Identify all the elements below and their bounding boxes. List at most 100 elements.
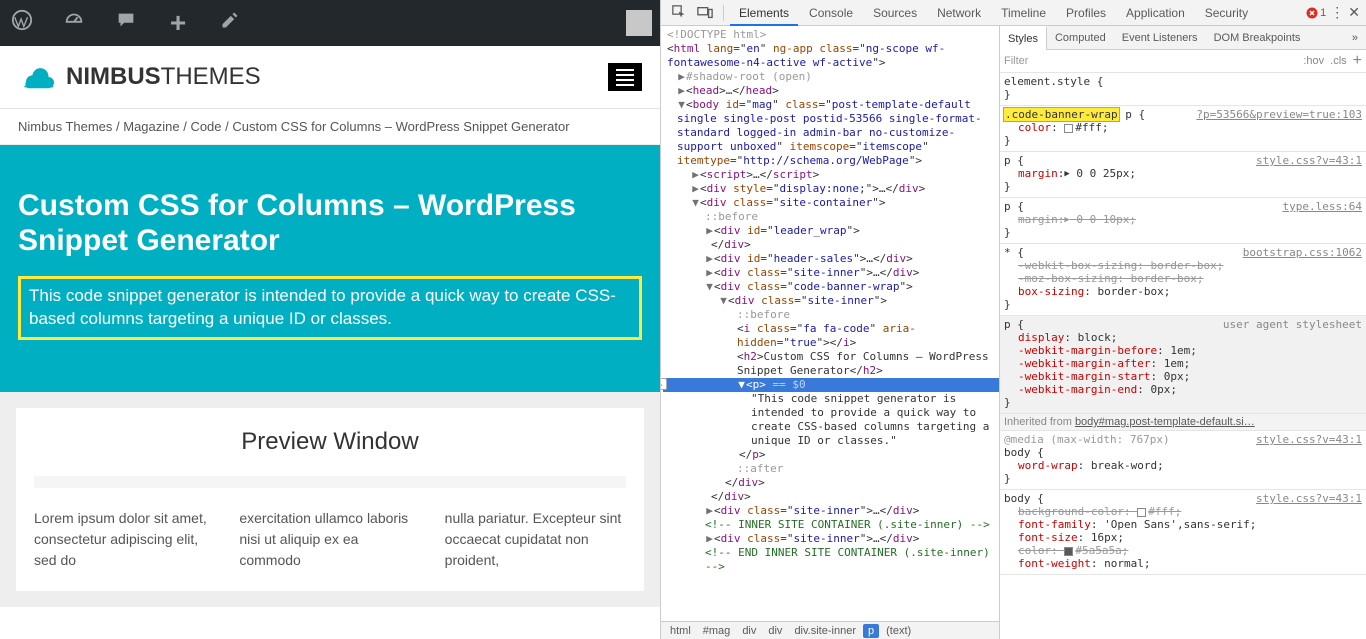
styles-tabs-more-icon[interactable]: » [1344, 26, 1366, 50]
dom-head[interactable]: ▶<head>…</head> [663, 84, 999, 98]
styles-tab-dom-breakpoints[interactable]: DOM Breakpoints [1206, 26, 1309, 50]
hov-toggle[interactable]: :hov [1303, 55, 1324, 67]
rule-source-link[interactable]: style.css?v=43:1 [1256, 154, 1362, 167]
devtools-pane: Elements Console Sources Network Timelin… [660, 0, 1366, 639]
dom-p-close[interactable]: </p> [663, 448, 999, 462]
dom-tree[interactable]: <!DOCTYPE html> <html lang="en" ng-app c… [661, 26, 999, 621]
add-new-icon[interactable]: + [164, 13, 192, 33]
tab-elements[interactable]: Elements [730, 0, 798, 26]
styles-tab-computed[interactable]: Computed [1047, 26, 1114, 50]
dom-site-inner-2[interactable]: ▶<div class="site-inner">…</div> [663, 504, 999, 518]
dom-comment-2[interactable]: <!-- END INNER SITE CONTAINER (.site-inn… [663, 546, 999, 574]
dom-before[interactable]: ::before [663, 210, 999, 224]
styles-filter-row: Filter :hov .cls + [1000, 50, 1366, 73]
dom-code-banner-wrap[interactable]: ▼<div class="code-banner-wrap"> [663, 280, 999, 294]
preview-section: Preview Window Lorem ipsum dolor sit ame… [0, 392, 660, 607]
comments-icon[interactable] [112, 9, 140, 37]
rule-source-link[interactable]: type.less:64 [1283, 200, 1362, 213]
dom-div-hidden[interactable]: ▶<div style="display:none;">…</div> [663, 182, 999, 196]
breadcrumb[interactable]: Nimbus Themes / Magazine / Code / Custom… [0, 109, 660, 145]
dom-div-close-2[interactable]: </div> [663, 490, 999, 504]
crumb-div-2[interactable]: div [763, 624, 787, 638]
menu-button[interactable] [608, 63, 642, 91]
wordpress-admin-bar: + [0, 0, 660, 46]
cls-toggle[interactable]: .cls [1330, 55, 1347, 67]
preview-col-2: exercitation ullamco laboris nisi ut ali… [239, 508, 420, 571]
styles-filter-input[interactable]: Filter [1004, 55, 1028, 67]
site-logo[interactable]: NIMBUSTHEMES [18, 62, 261, 92]
preview-col-3: nulla pariatur. Excepteur sint occaecat … [445, 508, 626, 571]
devtools-menu-icon[interactable]: ⋮ [1330, 4, 1344, 21]
crumb-text[interactable]: (text) [881, 624, 916, 638]
dom-div-close-1[interactable]: </div> [663, 476, 999, 490]
inherited-from[interactable]: Inherited from body#mag.post-template-de… [1000, 414, 1366, 431]
crumb-div-1[interactable]: div [737, 624, 761, 638]
devtools-toolbar: Elements Console Sources Network Timelin… [661, 0, 1366, 26]
webpage-pane: + NIMBUSTHEMES Nimbus Themes / Magazine … [0, 0, 660, 639]
dom-script[interactable]: ▶<script>…</script> [663, 168, 999, 182]
dom-h2[interactable]: <h2>Custom CSS for Columns – WordPress S… [663, 350, 999, 378]
code-banner: Custom CSS for Columns – WordPress Snipp… [0, 145, 660, 392]
dom-comment-1[interactable]: <!-- INNER SITE CONTAINER (.site-inner) … [663, 518, 999, 532]
tab-application[interactable]: Application [1117, 0, 1194, 26]
star-rule[interactable]: bootstrap.css:1062 * { -webkit-box-sizin… [1000, 244, 1366, 316]
crumb-site-inner[interactable]: div.site-inner [789, 624, 861, 638]
dom-i-code[interactable]: <i class="fa fa-code" aria-hidden="true"… [663, 322, 999, 350]
new-style-rule-icon[interactable]: + [1353, 52, 1362, 70]
devtools-close-icon[interactable]: ✕ [1348, 4, 1360, 21]
dom-p-selected[interactable]: ▼<p> == $0 [663, 378, 999, 392]
logo-text: NIMBUSTHEMES [66, 63, 261, 91]
cloud-icon [18, 62, 58, 92]
crumb-mag[interactable]: #mag [698, 624, 736, 638]
dom-breadcrumb[interactable]: html #mag div div div.site-inner p (text… [661, 621, 999, 639]
body-media-rule[interactable]: style.css?v=43:1 @media (max-width: 767p… [1000, 431, 1366, 490]
preview-title: Preview Window [34, 428, 626, 456]
dom-leader-wrap-close[interactable]: </div> [663, 238, 999, 252]
preview-divider [34, 476, 626, 488]
dom-site-container[interactable]: ▼<div class="site-container"> [663, 196, 999, 210]
styles-rules[interactable]: element.style { } ?p=53566&preview=true:… [1000, 73, 1366, 639]
code-banner-rule[interactable]: ?p=53566&preview=true:103 .code-banner-w… [1000, 106, 1366, 152]
styles-panel: Styles Computed Event Listeners DOM Brea… [1000, 26, 1366, 639]
tab-timeline[interactable]: Timeline [992, 0, 1055, 26]
p-margin-rule[interactable]: style.css?v=43:1 p { margin:▶ 0 0 25px; … [1000, 152, 1366, 198]
dom-shadow-root[interactable]: ▶#shadow-root (open) [663, 70, 999, 84]
tab-console[interactable]: Console [800, 0, 862, 26]
inspect-element-icon[interactable] [667, 3, 691, 23]
dom-after[interactable]: ::after [663, 462, 999, 476]
edit-icon[interactable] [216, 10, 244, 36]
dom-p-text[interactable]: "This code snippet generator is intended… [663, 392, 999, 448]
user-agent-rule[interactable]: user agent stylesheet p { display: block… [1000, 316, 1366, 414]
element-style-block[interactable]: element.style { } [1000, 73, 1366, 106]
rule-source-link[interactable]: ?p=53566&preview=true:103 [1196, 108, 1362, 121]
dom-site-inner-3[interactable]: ▶<div class="site-inner">…</div> [663, 532, 999, 546]
rule-source-link[interactable]: bootstrap.css:1062 [1243, 246, 1362, 259]
dom-header-sales[interactable]: ▶<div id="header-sales">…</div> [663, 252, 999, 266]
dom-html[interactable]: <html lang="en" ng-app class="ng-scope w… [663, 42, 999, 70]
dom-site-inner-open[interactable]: ▼<div class="site-inner"> [663, 294, 999, 308]
dom-before-2[interactable]: ::before [663, 308, 999, 322]
styles-tab-event-listeners[interactable]: Event Listeners [1114, 26, 1206, 50]
rule-source-link[interactable]: style.css?v=43:1 [1256, 492, 1362, 505]
dom-doctype[interactable]: <!DOCTYPE html> [663, 28, 999, 42]
rule-source-link[interactable]: style.css?v=43:1 [1256, 433, 1362, 446]
crumb-p[interactable]: p [863, 624, 879, 638]
p-margin-rule-2[interactable]: type.less:64 p { margin:▶ 0 0 10px; } [1000, 198, 1366, 244]
dashboard-icon[interactable] [60, 9, 88, 37]
tab-profiles[interactable]: Profiles [1057, 0, 1115, 26]
wordpress-icon[interactable] [8, 9, 36, 37]
dom-leader-wrap[interactable]: ▶<div id="leader_wrap"> [663, 224, 999, 238]
tab-network[interactable]: Network [928, 0, 990, 26]
page-subtitle: This code snippet generator is intended … [18, 276, 642, 340]
tab-security[interactable]: Security [1196, 0, 1257, 26]
body-rule[interactable]: style.css?v=43:1 body { background-color… [1000, 490, 1366, 575]
tab-sources[interactable]: Sources [864, 0, 926, 26]
dom-body[interactable]: ▼<body id="mag" class="post-template-def… [663, 98, 999, 168]
dom-site-inner-1[interactable]: ▶<div class="site-inner">…</div> [663, 266, 999, 280]
crumb-html[interactable]: html [665, 624, 696, 638]
styles-tab-styles[interactable]: Styles [1000, 26, 1047, 50]
user-avatar[interactable] [626, 10, 652, 36]
device-toggle-icon[interactable] [693, 3, 717, 23]
preview-col-1: Lorem ipsum dolor sit amet, consectetur … [34, 508, 215, 571]
error-count[interactable]: 1 [1306, 7, 1326, 19]
